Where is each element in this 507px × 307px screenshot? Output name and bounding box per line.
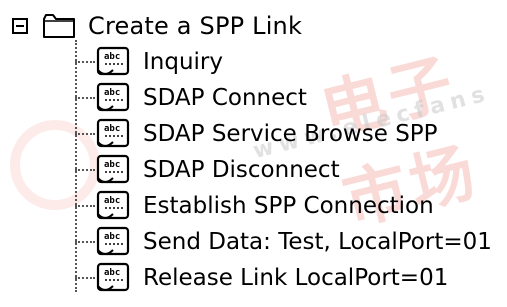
tree-connector bbox=[75, 277, 95, 279]
svg-text:abc: abc bbox=[104, 268, 120, 278]
tree-item-label: Release Link LocalPort=01 bbox=[143, 265, 449, 291]
tree-item-inquiry[interactable]: abc Inquiry bbox=[75, 44, 223, 80]
svg-text:abc: abc bbox=[104, 196, 120, 206]
tree-connector bbox=[75, 169, 95, 171]
script-doc-icon: abc bbox=[96, 262, 130, 292]
tree-item-sdap-disconnect[interactable]: abc SDAP Disconnect bbox=[75, 152, 340, 188]
svg-text:abc: abc bbox=[104, 52, 120, 62]
script-doc-icon: abc bbox=[96, 118, 130, 148]
tree-view: Create a SPP Link abc Inquiry abc SDAP C… bbox=[0, 0, 507, 307]
tree-connector bbox=[75, 61, 95, 63]
script-doc-icon: abc bbox=[96, 154, 130, 184]
tree-item-sdap-service-browse[interactable]: abc SDAP Service Browse SPP bbox=[75, 116, 438, 152]
tree-connector bbox=[75, 205, 95, 207]
script-doc-icon: abc bbox=[96, 226, 130, 256]
folder-icon bbox=[43, 14, 75, 38]
script-doc-icon: abc bbox=[96, 46, 130, 76]
tree-item-label: SDAP Disconnect bbox=[143, 157, 340, 183]
tree-item-release-link[interactable]: abc Release Link LocalPort=01 bbox=[75, 260, 448, 296]
tree-root-node[interactable]: Create a SPP Link bbox=[12, 8, 302, 44]
tree-item-sdap-connect[interactable]: abc SDAP Connect bbox=[75, 80, 307, 116]
collapse-minus-icon[interactable] bbox=[12, 18, 28, 34]
tree-item-label: Inquiry bbox=[143, 49, 223, 75]
tree-connector bbox=[75, 133, 95, 135]
script-doc-icon: abc bbox=[96, 82, 130, 112]
tree-item-label: Send Data: Test, LocalPort=01 bbox=[143, 229, 492, 255]
tree-connector bbox=[75, 97, 95, 99]
tree-item-send-data[interactable]: abc Send Data: Test, LocalPort=01 bbox=[75, 224, 492, 260]
tree-item-label: Establish SPP Connection bbox=[143, 193, 434, 219]
tree-connector bbox=[75, 241, 95, 243]
svg-text:abc: abc bbox=[104, 88, 120, 98]
tree-item-label: SDAP Connect bbox=[143, 85, 307, 111]
tree-item-establish-spp[interactable]: abc Establish SPP Connection bbox=[75, 188, 434, 224]
svg-text:abc: abc bbox=[104, 160, 120, 170]
script-doc-icon: abc bbox=[96, 190, 130, 220]
svg-text:abc: abc bbox=[104, 124, 120, 134]
tree-item-label: SDAP Service Browse SPP bbox=[143, 121, 438, 147]
svg-text:abc: abc bbox=[104, 232, 120, 242]
tree-root-label: Create a SPP Link bbox=[88, 12, 303, 40]
